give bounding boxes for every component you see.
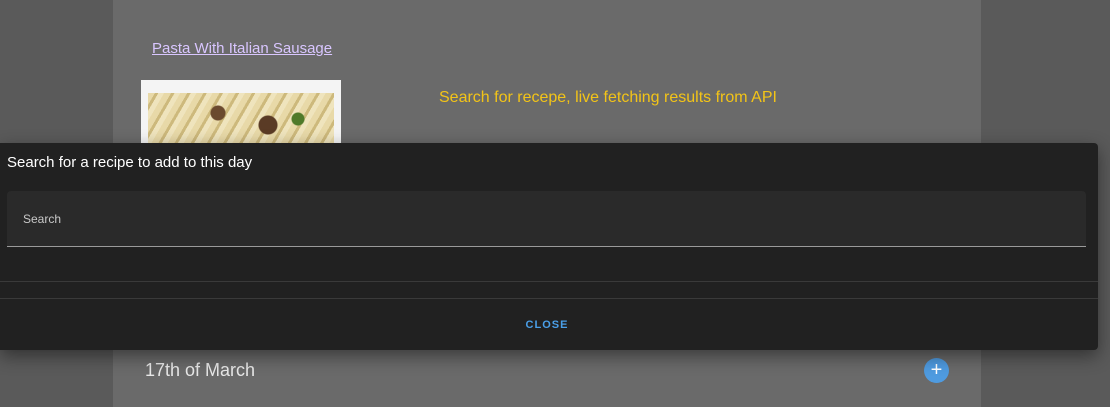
divider [0,281,1098,282]
search-field[interactable]: Search [7,191,1086,247]
close-button[interactable]: CLOSE [514,313,580,335]
recipe-thumbnail [141,80,341,150]
plus-icon: + [930,359,943,381]
day-label: 17th of March [145,360,256,380]
divider [0,298,1098,299]
recipe-link[interactable]: Pasta With Italian Sausage [152,40,332,57]
search-input[interactable] [7,191,1086,246]
pasta-image [148,93,334,150]
add-recipe-button[interactable]: + [924,358,949,383]
search-dialog: Search for a recipe to add to this day S… [0,143,1098,350]
api-note: Search for recepe, live fetching results… [439,89,777,106]
dialog-title: Search for a recipe to add to this day [7,154,253,171]
